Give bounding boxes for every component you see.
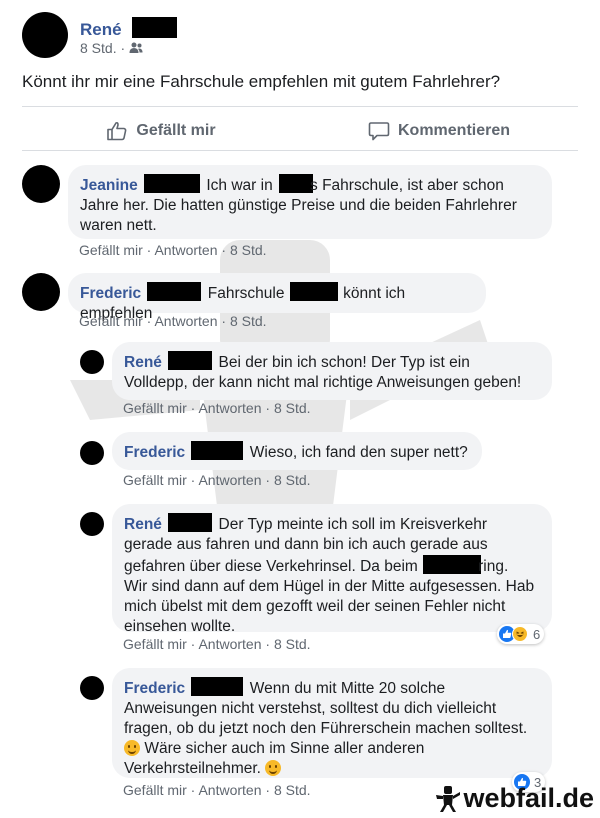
comment-like-link[interactable]: Gefällt mir [79,242,143,258]
reply-reply-link[interactable]: Antworten [198,472,261,488]
post-time[interactable]: 8 Std. · [80,40,125,56]
comment-bubble: Frederic Fahrschule könnt ich empfehlen [68,273,486,322]
comment-like-link[interactable]: Gefällt mir [79,313,143,329]
haha-reaction-icon [512,626,528,642]
reply-reply-link[interactable]: Antworten [198,636,261,652]
reply-author[interactable]: René [124,354,162,371]
reaction-count[interactable]: 6 [497,624,545,644]
friends-icon [129,42,143,53]
replier-avatar[interactable] [80,441,104,465]
post-action-bar: Gefällt mir Kommentieren [22,112,578,150]
reply-meta: Gefällt mir · Antworten · 8 Std. [123,400,311,416]
reply-like-link[interactable]: Gefällt mir [123,472,187,488]
reply-time[interactable]: 8 Std. [274,400,311,416]
comment-button-label: Kommentieren [397,122,511,139]
redaction-bar [168,513,213,532]
commenter-avatar[interactable] [22,273,60,311]
reply-time[interactable]: 8 Std. [274,636,311,652]
reply-bubble: Frederic Wieso, ich fand den super nett? [112,432,482,470]
reply-text: Volldepp, der kann nicht mal richtige An… [124,374,522,391]
reply-bubble: René Der Typ meinte ich soll im Kreisver… [112,504,552,635]
comment-button[interactable]: Kommentieren [300,112,578,150]
reply-author[interactable]: René [124,516,162,533]
like-button[interactable]: Gefällt mir [22,112,300,150]
reply-text: Wir sind dann auf dem Hügel in der Mitte… [124,578,535,635]
reply-reply-link[interactable]: Antworten [198,400,261,416]
brand-figure-icon [436,785,461,812]
smiley-icon [265,760,282,776]
comment-bubble: Jeanine Ich war in s Fahrschule, ist abe… [68,165,552,239]
divider [22,150,578,151]
post-meta: 8 Std. · [80,40,143,56]
redaction-bar [191,441,244,460]
reply-author[interactable]: Frederic [124,444,185,461]
divider [22,106,578,107]
comment-time[interactable]: 8 Std. [230,313,267,329]
comment-author[interactable]: Jeanine [80,177,138,194]
reply-bubble: Frederic Wenn du mit Mitte 20 solche Anw… [112,668,552,778]
redaction-bar [132,17,178,38]
comment-reply-link[interactable]: Antworten [154,313,217,329]
replier-avatar[interactable] [80,512,104,536]
smiley-icon [124,740,140,756]
thumbs-up-icon [107,121,127,141]
reply-reply-link[interactable]: Antworten [198,782,261,798]
comment-icon [368,122,390,141]
comment-author[interactable]: Frederic [80,285,141,302]
reply-time[interactable]: 8 Std. [274,782,311,798]
replier-avatar[interactable] [80,350,104,374]
reply-time[interactable]: 8 Std. [274,472,311,488]
redaction-bar [423,555,482,574]
redaction-bar [144,174,201,193]
redaction-bar [168,351,213,370]
replier-avatar[interactable] [80,676,104,700]
reply-like-link[interactable]: Gefällt mir [123,636,187,652]
redaction-bar [147,282,202,301]
comment-text: Jahre her. Die hatten günstige Preise un… [80,197,517,234]
redaction-bar [279,174,314,193]
redaction-bar [289,282,338,301]
post-text: Könnt ihr mir eine Fahrschule empfehlen … [22,72,501,91]
reply-like-link[interactable]: Gefällt mir [123,782,187,798]
post-author[interactable]: René [80,17,178,40]
comment-meta: Gefällt mir · Antworten · 8 Std. [79,313,267,329]
webfail-watermark: webfail.de [435,783,594,814]
redaction-bar [191,677,244,696]
reply-meta: Gefällt mir · Antworten · 8 Std. [123,782,311,798]
like-button-label: Gefällt mir [136,122,216,139]
reply-meta: Gefällt mir · Antworten · 8 Std. [123,472,311,488]
commenter-avatar[interactable] [22,165,60,203]
comment-time[interactable]: 8 Std. [230,242,267,258]
reply-meta: Gefällt mir · Antworten · 8 Std. [123,636,311,652]
comment-reply-link[interactable]: Antworten [154,242,217,258]
comment-meta: Gefällt mir · Antworten · 8 Std. [79,242,267,258]
post-author-avatar[interactable] [22,12,68,58]
reply-like-link[interactable]: Gefällt mir [123,400,187,416]
reply-bubble: René Bei der bin ich schon! Der Typ ist … [112,342,552,400]
reply-author[interactable]: Frederic [124,680,185,697]
